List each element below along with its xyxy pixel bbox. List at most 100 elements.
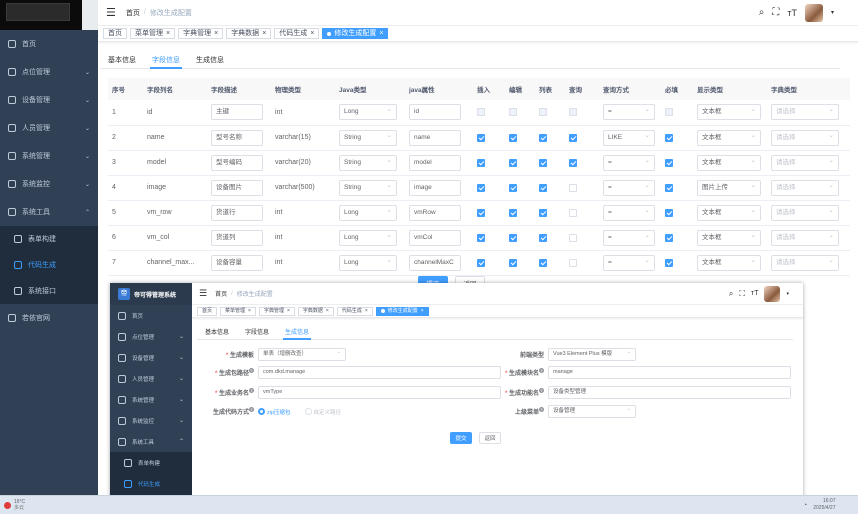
search-icon[interactable]: ⌕ — [729, 289, 733, 299]
display-type-select[interactable]: 文本框 — [697, 154, 761, 171]
display-type-select[interactable]: 文本框 — [697, 129, 761, 146]
function-name-input[interactable]: 设备类型管理 — [548, 386, 791, 399]
tag-4[interactable]: 代码生成 × — [274, 28, 320, 39]
mode-custom-radio[interactable]: 自定义路径 — [304, 408, 341, 416]
breadcrumb-home[interactable]: 首页 — [126, 8, 140, 18]
query-type-select[interactable]: = — [603, 254, 655, 271]
display-type-select[interactable]: 文本框 — [697, 229, 761, 246]
checkbox-query[interactable] — [569, 208, 577, 217]
checkbox-ins[interactable] — [477, 233, 485, 242]
checkbox-list[interactable] — [539, 133, 547, 142]
display-type-select[interactable]: 文本框 — [697, 104, 761, 121]
checkbox-query[interactable] — [569, 108, 577, 117]
checkbox-ins[interactable] — [477, 183, 485, 192]
checkbox-list[interactable] — [539, 108, 547, 117]
fullscreen-icon[interactable]: ⛶ — [772, 7, 779, 18]
checkbox-required[interactable] — [665, 133, 673, 142]
chevron-down-icon[interactable]: ▾ — [786, 291, 789, 297]
hamburger-icon[interactable]: ☰ — [199, 288, 207, 299]
field-desc-input[interactable]: 货道行 — [211, 204, 263, 221]
sidebar-item-4[interactable]: 系统管理 ⌄ — [110, 389, 192, 410]
checkbox-edit[interactable] — [509, 133, 517, 142]
java-property-input[interactable]: channelMaxC — [409, 254, 461, 271]
checkbox-list[interactable] — [539, 233, 547, 242]
checkbox-list[interactable] — [539, 183, 547, 192]
field-desc-input[interactable]: 主键 — [211, 104, 263, 121]
business-name-input[interactable]: vmType — [258, 386, 501, 399]
mode-zip-radio[interactable]: zip压缩包 — [258, 408, 291, 416]
checkbox-query[interactable] — [569, 133, 577, 142]
query-type-select[interactable]: = — [603, 154, 655, 171]
tag-3[interactable]: 字典数据 × — [297, 306, 334, 316]
checkbox-edit[interactable] — [509, 158, 517, 167]
avatar[interactable] — [764, 285, 781, 302]
checkbox-list[interactable] — [539, 258, 547, 267]
close-icon[interactable]: × — [248, 307, 251, 316]
java-type-select[interactable]: Long — [339, 104, 397, 121]
sidebar-item-3[interactable]: 人员管理 ⌄ — [0, 114, 98, 142]
java-property-input[interactable]: name — [409, 129, 461, 146]
sidebar-item-5[interactable]: 系统监控 ⌄ — [110, 410, 192, 431]
java-type-select[interactable]: String — [339, 129, 397, 146]
sidebar-item-4[interactable]: 系统管理 ⌄ — [0, 142, 98, 170]
sidebar-item-2[interactable]: 设备管理 ⌄ — [110, 347, 192, 368]
query-type-select[interactable]: LIKE — [603, 129, 655, 146]
java-property-input[interactable]: id — [409, 104, 461, 121]
package-path-input[interactable]: com.dkd.manage — [258, 366, 501, 379]
sidebar-subitem-0[interactable]: 表单构建 — [0, 226, 98, 252]
sidebar-item-6[interactable]: 系统工具 ⌃ — [0, 198, 98, 226]
close-icon[interactable]: × — [310, 28, 314, 39]
checkbox-edit[interactable] — [509, 108, 517, 117]
font-size-icon[interactable]: ᴛT — [751, 290, 758, 297]
checkbox-edit[interactable] — [509, 208, 517, 217]
tab-0[interactable]: 基本信息 — [197, 327, 237, 339]
checkbox-required[interactable] — [665, 158, 673, 167]
tab-2[interactable]: 生成信息 — [188, 53, 232, 68]
tag-2[interactable]: 字典管理 × — [258, 306, 295, 316]
font-size-icon[interactable]: ᴛT — [787, 8, 797, 18]
query-type-select[interactable]: = — [603, 229, 655, 246]
tag-1[interactable]: 菜单管理 × — [220, 306, 256, 316]
dict-type-select[interactable]: 请选择 — [771, 204, 839, 221]
java-type-select[interactable]: Long — [339, 254, 397, 271]
sidebar-item-6[interactable]: 系统工具 ⌃ — [110, 431, 192, 452]
checkbox-edit[interactable] — [509, 233, 517, 242]
java-type-select[interactable]: Long — [339, 229, 397, 246]
checkbox-list[interactable] — [539, 158, 547, 167]
search-icon[interactable]: ⌕ — [759, 7, 765, 18]
close-icon[interactable]: × — [379, 28, 383, 39]
checkbox-ins[interactable] — [477, 258, 485, 267]
field-desc-input[interactable]: 设备图片 — [211, 179, 263, 196]
sidebar-item-0[interactable]: 首页 — [0, 30, 98, 58]
tab-0[interactable]: 基本信息 — [100, 53, 144, 68]
tag-4[interactable]: 代码生成 × — [336, 306, 373, 316]
checkbox-query[interactable] — [569, 258, 577, 267]
dict-type-select[interactable]: 请选择 — [771, 179, 839, 196]
sidebar-bottom-item-0[interactable]: 若依官网 — [0, 304, 98, 332]
avatar[interactable] — [804, 3, 823, 22]
checkbox-required[interactable] — [665, 108, 673, 117]
sidebar-item-1[interactable]: 点位管理 ⌄ — [0, 58, 98, 86]
query-type-select[interactable]: = — [603, 204, 655, 221]
back-button[interactable]: 返回 — [479, 432, 501, 444]
field-desc-input[interactable]: 型号编码 — [211, 154, 263, 171]
module-name-input[interactable]: manage — [548, 366, 791, 379]
checkbox-required[interactable] — [665, 208, 673, 217]
sidebar-subitem-1[interactable]: 代码生成 — [0, 252, 98, 278]
close-icon[interactable]: × — [421, 307, 424, 316]
dict-type-select[interactable]: 请选择 — [771, 154, 839, 171]
template-select[interactable]: 单表（增删改查） — [258, 348, 346, 361]
java-type-select[interactable]: Long — [339, 204, 397, 221]
sidebar-subitem-2[interactable]: 系统接口 — [0, 278, 98, 304]
checkbox-ins[interactable] — [477, 158, 485, 167]
checkbox-required[interactable] — [665, 233, 673, 242]
sidebar-subitem-1[interactable]: 代码生成 — [110, 473, 192, 494]
close-icon[interactable]: × — [262, 28, 266, 39]
hamburger-icon[interactable]: ☰ — [106, 6, 116, 19]
checkbox-required[interactable] — [665, 183, 673, 192]
java-property-input[interactable]: vmCol — [409, 229, 461, 246]
tag-3[interactable]: 字典数据 × — [226, 28, 272, 39]
tag-5[interactable]: 修改生成配置 × — [375, 306, 429, 316]
java-property-input[interactable]: image — [409, 179, 461, 196]
query-type-select[interactable]: = — [603, 179, 655, 196]
